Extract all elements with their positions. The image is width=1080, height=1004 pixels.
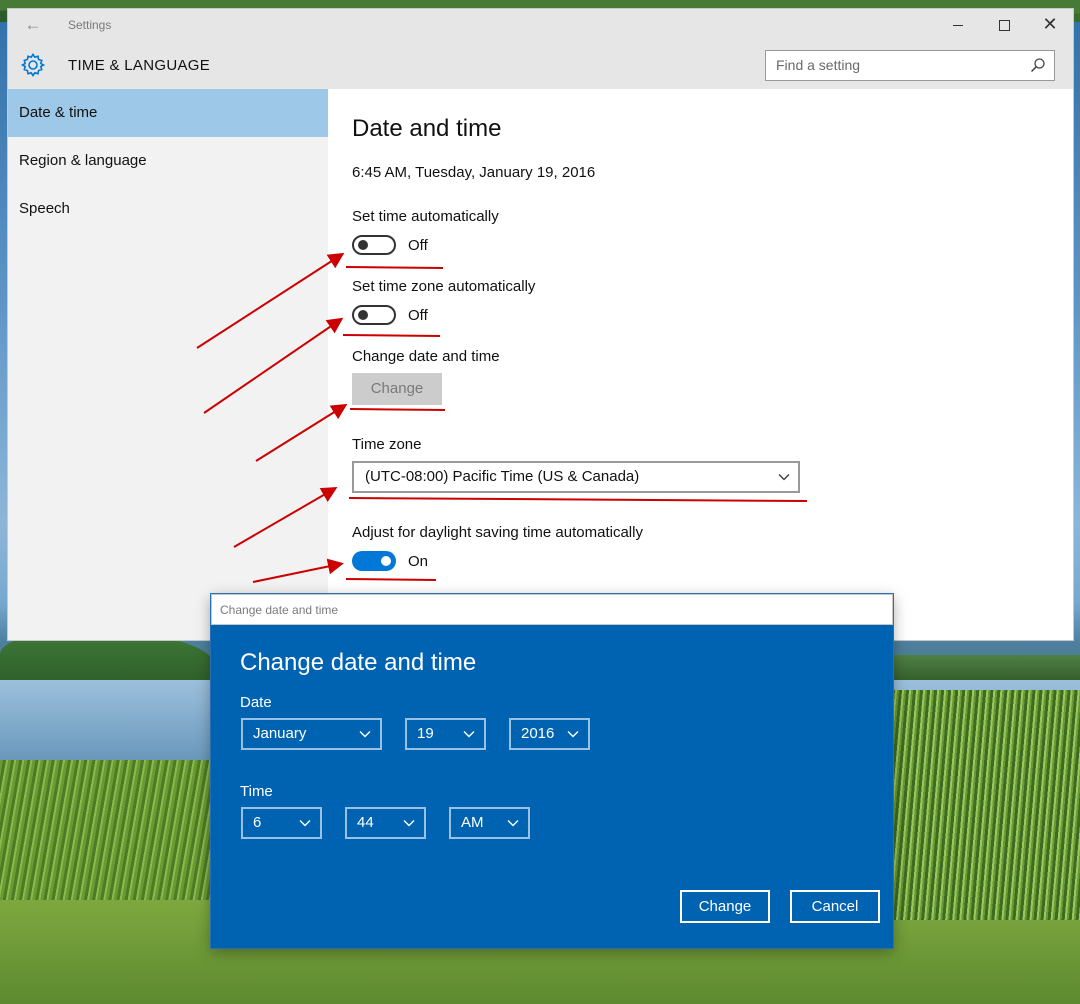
back-arrow-icon: ← — [24, 15, 42, 34]
set-tz-auto-toggle[interactable] — [352, 305, 396, 325]
dialog-change-button[interactable]: Change — [680, 890, 770, 923]
settings-window: ← Settings ✕ TIME & LANGUAGE Find a sett… — [8, 9, 1073, 640]
date-label: Date — [240, 694, 272, 711]
app-title: Settings — [68, 18, 112, 32]
toggle-knob — [358, 240, 368, 250]
close-button[interactable]: ✕ — [1027, 9, 1073, 41]
hour-value: 6 — [253, 814, 262, 831]
dialog-cancel-button[interactable]: Cancel — [790, 890, 880, 923]
month-select[interactable]: January — [241, 718, 382, 750]
set-tz-auto-state: Off — [408, 307, 428, 324]
close-icon: ✕ — [1042, 14, 1058, 35]
minute-value: 44 — [357, 814, 374, 831]
chevron-down-icon — [299, 820, 311, 827]
hour-select[interactable]: 6 — [241, 807, 322, 839]
dialog-window-title: Change date and time — [220, 603, 339, 617]
chevron-down-icon — [778, 474, 790, 481]
change-datetime-dialog: Change date and time Change date and tim… — [211, 594, 893, 948]
year-value: 2016 — [521, 725, 555, 742]
set-time-auto-label: Set time automatically — [352, 208, 499, 225]
search-box[interactable] — [765, 50, 1055, 81]
set-time-auto-state: Off — [408, 237, 428, 254]
wallpaper-trees-right — [890, 655, 1080, 680]
time-label: Time — [240, 783, 273, 800]
day-select[interactable]: 19 — [405, 718, 486, 750]
month-value: January — [253, 725, 307, 742]
time-zone-value: (UTC-08:00) Pacific Time (US & Canada) — [365, 468, 640, 485]
ampm-select[interactable]: AM — [449, 807, 530, 839]
change-dt-button: Change — [352, 373, 442, 405]
dst-state: On — [408, 553, 429, 570]
set-time-auto-toggle[interactable] — [352, 235, 396, 255]
year-select[interactable]: 2016 — [509, 718, 590, 750]
dst-toggle[interactable] — [352, 551, 396, 571]
sidebar-item-label: Date & time — [19, 104, 98, 121]
maximize-button[interactable] — [981, 9, 1027, 41]
dialog-title-bar: Change date and time — [211, 594, 893, 625]
current-datetime: 6:45 AM, Tuesday, January 19, 2016 — [352, 164, 596, 181]
section-title: TIME & LANGUAGE — [68, 57, 211, 74]
sidebar-item-speech[interactable]: Speech — [8, 185, 328, 233]
time-zone-select[interactable]: (UTC-08:00) Pacific Time (US & Canada) — [352, 461, 800, 493]
dst-label: Adjust for daylight saving time automati… — [352, 524, 643, 541]
sidebar-item-date-time[interactable]: Date & time — [8, 89, 328, 137]
gear-icon — [20, 53, 46, 77]
dialog-heading: Change date and time — [240, 649, 477, 676]
sidebar-item-label: Region & language — [19, 152, 147, 169]
set-tz-auto-label: Set time zone automatically — [352, 278, 536, 295]
wallpaper-reeds — [890, 690, 1080, 920]
chevron-down-icon — [403, 820, 415, 827]
maximize-icon — [998, 19, 1010, 31]
minimize-icon — [953, 24, 963, 26]
minute-select[interactable]: 44 — [345, 807, 426, 839]
chevron-down-icon — [463, 731, 475, 738]
minimize-button[interactable] — [935, 9, 981, 41]
search-icon[interactable] — [1030, 57, 1046, 73]
settings-header: TIME & LANGUAGE — [8, 41, 1073, 89]
chevron-down-icon — [359, 731, 371, 738]
toggle-knob — [381, 556, 391, 566]
main-content: Date and time 6:45 AM, Tuesday, January … — [328, 89, 1073, 640]
change-dt-label: Change date and time — [352, 348, 500, 365]
search-input[interactable] — [776, 51, 1021, 79]
day-value: 19 — [417, 725, 434, 742]
ampm-value: AM — [461, 814, 484, 831]
sidebar: Date & time Region & language Speech — [8, 89, 328, 640]
back-button[interactable]: ← — [18, 14, 48, 36]
sidebar-item-label: Speech — [19, 200, 70, 217]
chevron-down-icon — [507, 820, 519, 827]
time-zone-label: Time zone — [352, 436, 422, 453]
toggle-knob — [358, 310, 368, 320]
sidebar-item-region-language[interactable]: Region & language — [8, 137, 328, 185]
title-bar: ← Settings ✕ — [8, 9, 1073, 41]
page-title: Date and time — [352, 115, 502, 142]
chevron-down-icon — [567, 731, 579, 738]
